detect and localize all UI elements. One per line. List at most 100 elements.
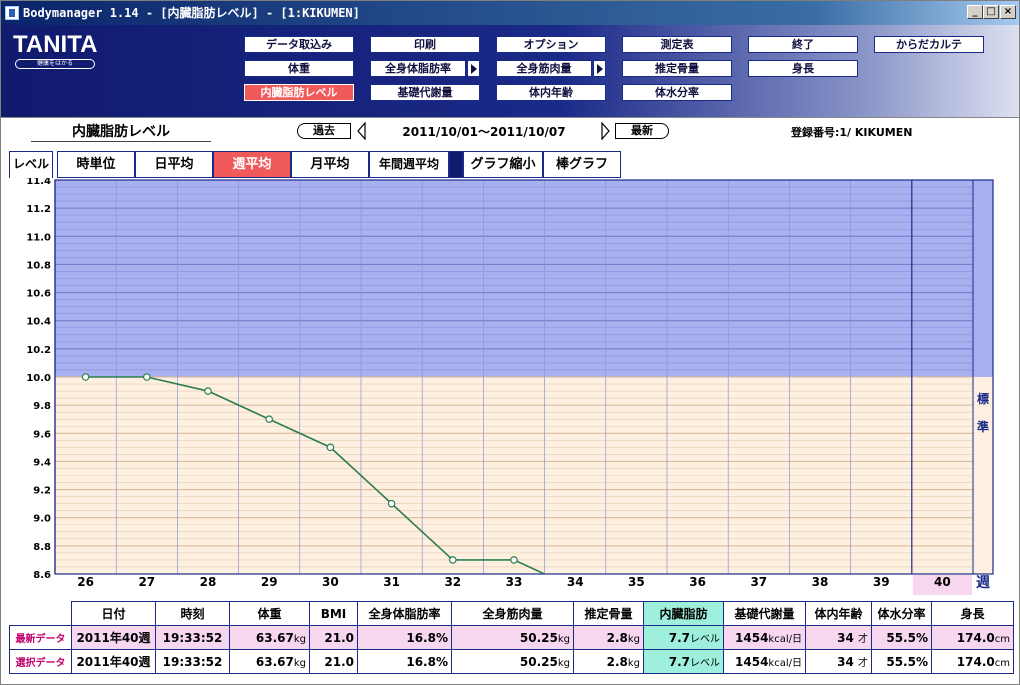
body-fat-button[interactable]: 全身体脂肪率 [370,60,466,77]
cell-time: 19:33:52 [155,649,230,674]
next-arrow-icon[interactable] [601,122,611,140]
cell-visceral: 7.7レベル [643,625,724,650]
cell-date: 2011年40週 [71,625,156,650]
row-label-selected: 選択データ [9,649,72,674]
section-title: 内臓脂肪レベル [31,122,211,142]
y-tick-label: 9.2 [33,486,51,497]
header-body-fat: 全身体脂肪率 [357,601,452,626]
cell-muscle: 50.25kg [451,625,574,650]
x-unit-label: 週 [976,575,990,591]
date-range: 2011/10/01～2011/10/07 [402,125,566,139]
data-point [81,373,90,381]
import-data-button[interactable]: データ取込み [244,36,354,53]
weight-button[interactable]: 体重 [244,60,354,77]
data-point [143,373,151,381]
tab-annual-weekly-average[interactable]: 年間週平均 [369,151,449,178]
app-icon [5,6,19,20]
header-time: 時刻 [155,601,230,626]
header-visceral: 内臓脂肪 [643,601,724,626]
measurement-table-button[interactable]: 測定表 [622,36,732,53]
y-tick-label: 9.0 [33,514,51,525]
table-header-row: 日付 時刻 体重 BMI 全身体脂肪率 全身筋肉量 推定骨量 内臓脂肪 基礎代謝… [9,601,1014,626]
y-tick-label: 10.2 [26,345,51,356]
cell-body-fat: 16.8% [357,649,452,674]
y-tick-label: 10.6 [26,289,51,300]
cell-visceral: 7.7レベル [643,649,724,674]
cell-muscle: 50.25kg [451,649,574,674]
cell-water: 55.5% [871,649,932,674]
tab-monthly-average[interactable]: 月平均 [291,151,369,178]
header-bmi: BMI [309,601,358,626]
latest-button[interactable]: 最新 [615,123,669,139]
visceral-fat-button[interactable]: 内臓脂肪レベル [244,84,354,101]
x-tick-label: 40 [934,575,951,589]
measurement-table: 日付 時刻 体重 BMI 全身体脂肪率 全身筋肉量 推定骨量 内臓脂肪 基礎代謝… [9,601,1014,674]
muscle-mass-button[interactable]: 全身筋肉量 [496,60,592,77]
header-toolbar: TANITA 健康をはかる データ取込み 印刷 オプション 測定表 終了 からだ… [1,25,1019,117]
cell-date: 2011年40週 [71,649,156,674]
x-tick-label: 37 [750,575,767,589]
bmr-button[interactable]: 基礎代謝量 [370,84,480,101]
y-tick-label: 11.2 [26,204,51,215]
y-tick-label: 11.4 [26,178,51,187]
row-label-latest: 最新データ [9,625,72,650]
y-tick-label: 10.4 [26,317,51,328]
muscle-mass-expand-icon[interactable] [593,60,606,77]
x-tick-label: 36 [689,575,706,589]
cell-time: 19:33:52 [155,625,230,650]
x-tick-label: 27 [138,575,155,589]
zone-strip-high [973,180,993,377]
table-row-latest[interactable]: 最新データ 2011年40週 19:33:52 63.67kg 21.0 16.… [9,625,1014,650]
body-chart-button[interactable]: からだカルテ [874,36,984,53]
header-blank [9,601,72,626]
cell-bone: 2.8kg [573,625,644,650]
header-date: 日付 [71,601,156,626]
window-title: Bodymanager 1.14 - [内臓脂肪レベル] - [1:KIKUME… [23,6,360,20]
y-tick-label: 9.8 [33,401,51,412]
x-tick-label: 29 [261,575,278,589]
body-water-button[interactable]: 体水分率 [622,84,732,101]
cell-body-fat: 16.8% [357,625,452,650]
x-tick-label: 39 [873,575,890,589]
exit-button[interactable]: 終了 [748,36,858,53]
tab-shrink-graph[interactable]: グラフ縮小 [463,151,543,178]
cell-height: 174.0cm [931,625,1014,650]
header-bmr: 基礎代謝量 [723,601,806,626]
body-fat-expand-icon[interactable] [467,60,480,77]
title-bar: Bodymanager 1.14 - [内臓脂肪レベル] - [1:KIKUME… [1,1,1019,25]
header-muscle: 全身筋肉量 [451,601,574,626]
y-tick-label: 8.8 [33,542,51,553]
tab-bar-graph[interactable]: 棒グラフ [543,151,621,178]
y-tick-label: 8.6 [33,570,51,581]
height-button[interactable]: 身長 [748,60,858,77]
table-row-selected[interactable]: 選択データ 2011年40週 19:33:52 63.67kg 21.0 16.… [9,649,1014,674]
cell-height: 174.0cm [931,649,1014,674]
tanita-logo: TANITA [13,31,98,58]
tab-daily-average[interactable]: 日平均 [135,151,213,178]
x-tick-label: 31 [383,575,400,589]
y-tick-label: 10.8 [26,260,51,271]
data-point [448,556,457,564]
header-water: 体水分率 [871,601,932,626]
level-axis-label: レベル [9,151,53,178]
prev-button[interactable]: 過去 [297,123,351,139]
maximize-button[interactable]: □ [983,5,999,19]
print-button[interactable]: 印刷 [370,36,480,53]
cell-water: 55.5% [871,625,932,650]
header-weight: 体重 [229,601,310,626]
tab-weekly-average[interactable]: 週平均 [213,151,291,178]
x-tick-label: 26 [77,575,94,589]
metabolic-age-button[interactable]: 体内年齢 [496,84,606,101]
cell-bmr: 1454kcal/日 [723,649,806,674]
minimize-button[interactable]: _ [967,5,983,19]
bone-mass-button[interactable]: 推定骨量 [622,60,732,77]
navigation-bar: 内臓脂肪レベル 過去 2011/10/01～2011/10/07 最新 登録番号… [1,117,1019,147]
registration-number: 登録番号:1/ KIKUMEN [791,126,913,139]
y-tick-label: 9.4 [33,457,51,468]
header-age: 体内年齢 [805,601,872,626]
options-button[interactable]: オプション [496,36,606,53]
cell-age: 34 才 [805,649,872,674]
tab-hourly[interactable]: 時単位 [57,151,135,178]
close-button[interactable]: × [1000,5,1016,19]
x-tick-label: 38 [812,575,829,589]
